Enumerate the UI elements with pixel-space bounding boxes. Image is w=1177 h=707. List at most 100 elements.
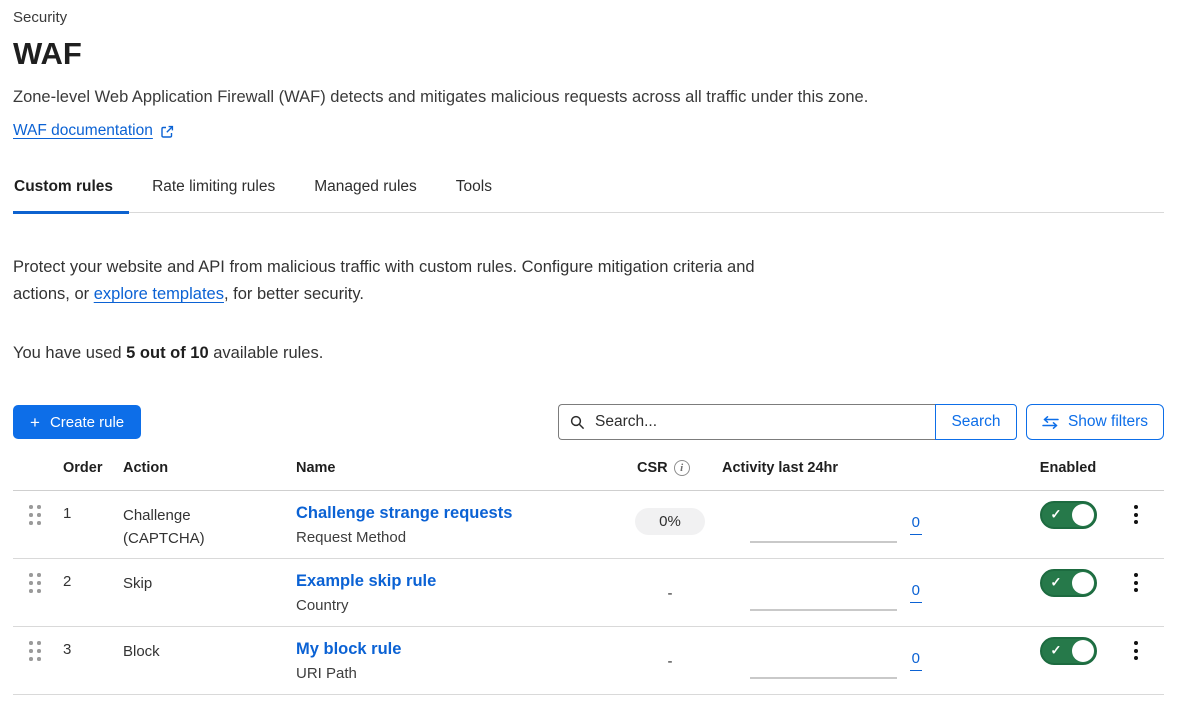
- activity-sparkline: [750, 541, 897, 543]
- plus-icon: +: [30, 414, 40, 431]
- row-spacer: [922, 627, 1018, 694]
- show-filters-label: Show filters: [1068, 413, 1148, 431]
- explore-templates-link[interactable]: explore templates: [94, 285, 224, 303]
- rule-name-cell: Challenge strange requests Request Metho…: [296, 491, 618, 558]
- drag-cell: [13, 627, 63, 694]
- rule-field: Country: [296, 596, 618, 616]
- drag-cell: [13, 559, 63, 626]
- row-spacer: [922, 491, 1018, 558]
- csr-cell: -: [618, 559, 722, 626]
- search-input[interactable]: [593, 412, 924, 432]
- page-description: Zone-level Web Application Firewall (WAF…: [13, 87, 1164, 107]
- rule-name-link[interactable]: Example skip rule: [296, 572, 436, 590]
- tab-managed-rules[interactable]: Managed rules: [313, 178, 433, 212]
- rule-action: Challenge (CAPTCHA): [123, 491, 296, 558]
- header-action: Action: [123, 460, 296, 476]
- rule-name-link[interactable]: Challenge strange requests: [296, 504, 512, 522]
- activity-count-link[interactable]: 0: [910, 582, 922, 603]
- rule-name-cell: My block rule URI Path: [296, 627, 618, 694]
- csr-cell: -: [618, 627, 722, 694]
- table-row: 3 Block My block rule URI Path - 0 ✓: [13, 627, 1164, 695]
- drag-handle-icon[interactable]: [29, 641, 41, 661]
- table-header: Order Action Name CSR i Activity last 24…: [13, 460, 1164, 491]
- header-activity: Activity last 24hr: [722, 460, 922, 476]
- intro-after: , for better security.: [224, 285, 364, 303]
- rule-field: Request Method: [296, 528, 618, 548]
- drag-handle-icon[interactable]: [29, 573, 41, 593]
- header-order: Order: [63, 460, 123, 476]
- rule-action-line1: Challenge: [123, 504, 296, 527]
- csr-cell: 0%: [618, 491, 722, 558]
- rules-table: Order Action Name CSR i Activity last 24…: [13, 460, 1164, 695]
- rule-action-line1: Skip: [123, 572, 296, 595]
- rule-field: URI Path: [296, 664, 618, 684]
- enabled-toggle[interactable]: ✓: [1040, 637, 1097, 665]
- toggle-knob: [1072, 572, 1094, 594]
- waf-documentation-link[interactable]: WAF documentation: [13, 121, 153, 141]
- page-title: WAF: [13, 36, 1164, 72]
- search-icon: [570, 415, 585, 430]
- usage-count: 5 out of 10: [126, 344, 209, 362]
- row-spacer: [922, 559, 1018, 626]
- activity-count-link[interactable]: 0: [910, 514, 922, 535]
- drag-handle-icon[interactable]: [29, 505, 41, 525]
- menu-cell: [1118, 559, 1164, 626]
- search-group: Search: [558, 404, 1017, 440]
- info-icon[interactable]: i: [674, 460, 690, 476]
- kebab-menu-icon[interactable]: [1130, 503, 1142, 526]
- header-name: Name: [296, 460, 618, 476]
- menu-cell: [1118, 627, 1164, 694]
- usage-text: You have used 5 out of 10 available rule…: [13, 343, 1164, 363]
- table-body: 1 Challenge (CAPTCHA) Challenge strange …: [13, 491, 1164, 695]
- csr-value: -: [668, 585, 673, 602]
- waf-page: Security WAF Zone-level Web Application …: [0, 0, 1177, 695]
- show-filters-button[interactable]: Show filters: [1026, 404, 1164, 440]
- tab-custom-rules[interactable]: Custom rules: [13, 178, 129, 212]
- enabled-cell: ✓: [1018, 491, 1118, 558]
- activity-cell: 0: [722, 559, 922, 626]
- search-button[interactable]: Search: [935, 404, 1017, 440]
- external-link-icon: [160, 125, 174, 139]
- table-row: 1 Challenge (CAPTCHA) Challenge strange …: [13, 491, 1164, 559]
- rule-name-link[interactable]: My block rule: [296, 640, 401, 658]
- rule-action: Block: [123, 627, 296, 694]
- intro-text: Protect your website and API from malici…: [13, 254, 758, 308]
- drag-cell: [13, 491, 63, 558]
- breadcrumb: Security: [13, 8, 1164, 28]
- search-box: [558, 404, 935, 440]
- header-csr-label: CSR: [637, 460, 668, 476]
- rule-action: Skip: [123, 559, 296, 626]
- toggle-knob: [1072, 640, 1094, 662]
- toolbar: + Create rule Search: [13, 404, 1164, 440]
- create-rule-button[interactable]: + Create rule: [13, 405, 141, 439]
- kebab-menu-icon[interactable]: [1130, 639, 1142, 662]
- rule-order: 2: [63, 559, 123, 626]
- usage-suffix: available rules.: [209, 344, 324, 362]
- tab-tools[interactable]: Tools: [455, 178, 508, 212]
- rule-action-line1: Block: [123, 640, 296, 663]
- check-icon: ✓: [1051, 575, 1062, 591]
- header-csr: CSR i: [618, 460, 722, 476]
- create-rule-label: Create rule: [50, 414, 124, 431]
- enabled-toggle[interactable]: ✓: [1040, 501, 1097, 529]
- enabled-toggle[interactable]: ✓: [1040, 569, 1097, 597]
- tab-rate-limiting-rules[interactable]: Rate limiting rules: [151, 178, 291, 212]
- enabled-cell: ✓: [1018, 559, 1118, 626]
- toolbar-right: Search Show filters: [558, 404, 1164, 440]
- rule-order: 1: [63, 491, 123, 558]
- rule-order: 3: [63, 627, 123, 694]
- activity-cell: 0: [722, 627, 922, 694]
- enabled-cell: ✓: [1018, 627, 1118, 694]
- toggle-knob: [1072, 504, 1094, 526]
- kebab-menu-icon[interactable]: [1130, 571, 1142, 594]
- activity-count-link[interactable]: 0: [910, 650, 922, 671]
- csr-value: 0%: [635, 508, 705, 535]
- check-icon: ✓: [1051, 507, 1062, 523]
- menu-cell: [1118, 491, 1164, 558]
- header-enabled: Enabled: [1018, 460, 1118, 476]
- tab-bar: Custom rules Rate limiting rules Managed…: [13, 178, 1164, 213]
- check-icon: ✓: [1051, 643, 1062, 659]
- table-row: 2 Skip Example skip rule Country - 0 ✓: [13, 559, 1164, 627]
- activity-sparkline: [750, 677, 897, 679]
- rule-name-cell: Example skip rule Country: [296, 559, 618, 626]
